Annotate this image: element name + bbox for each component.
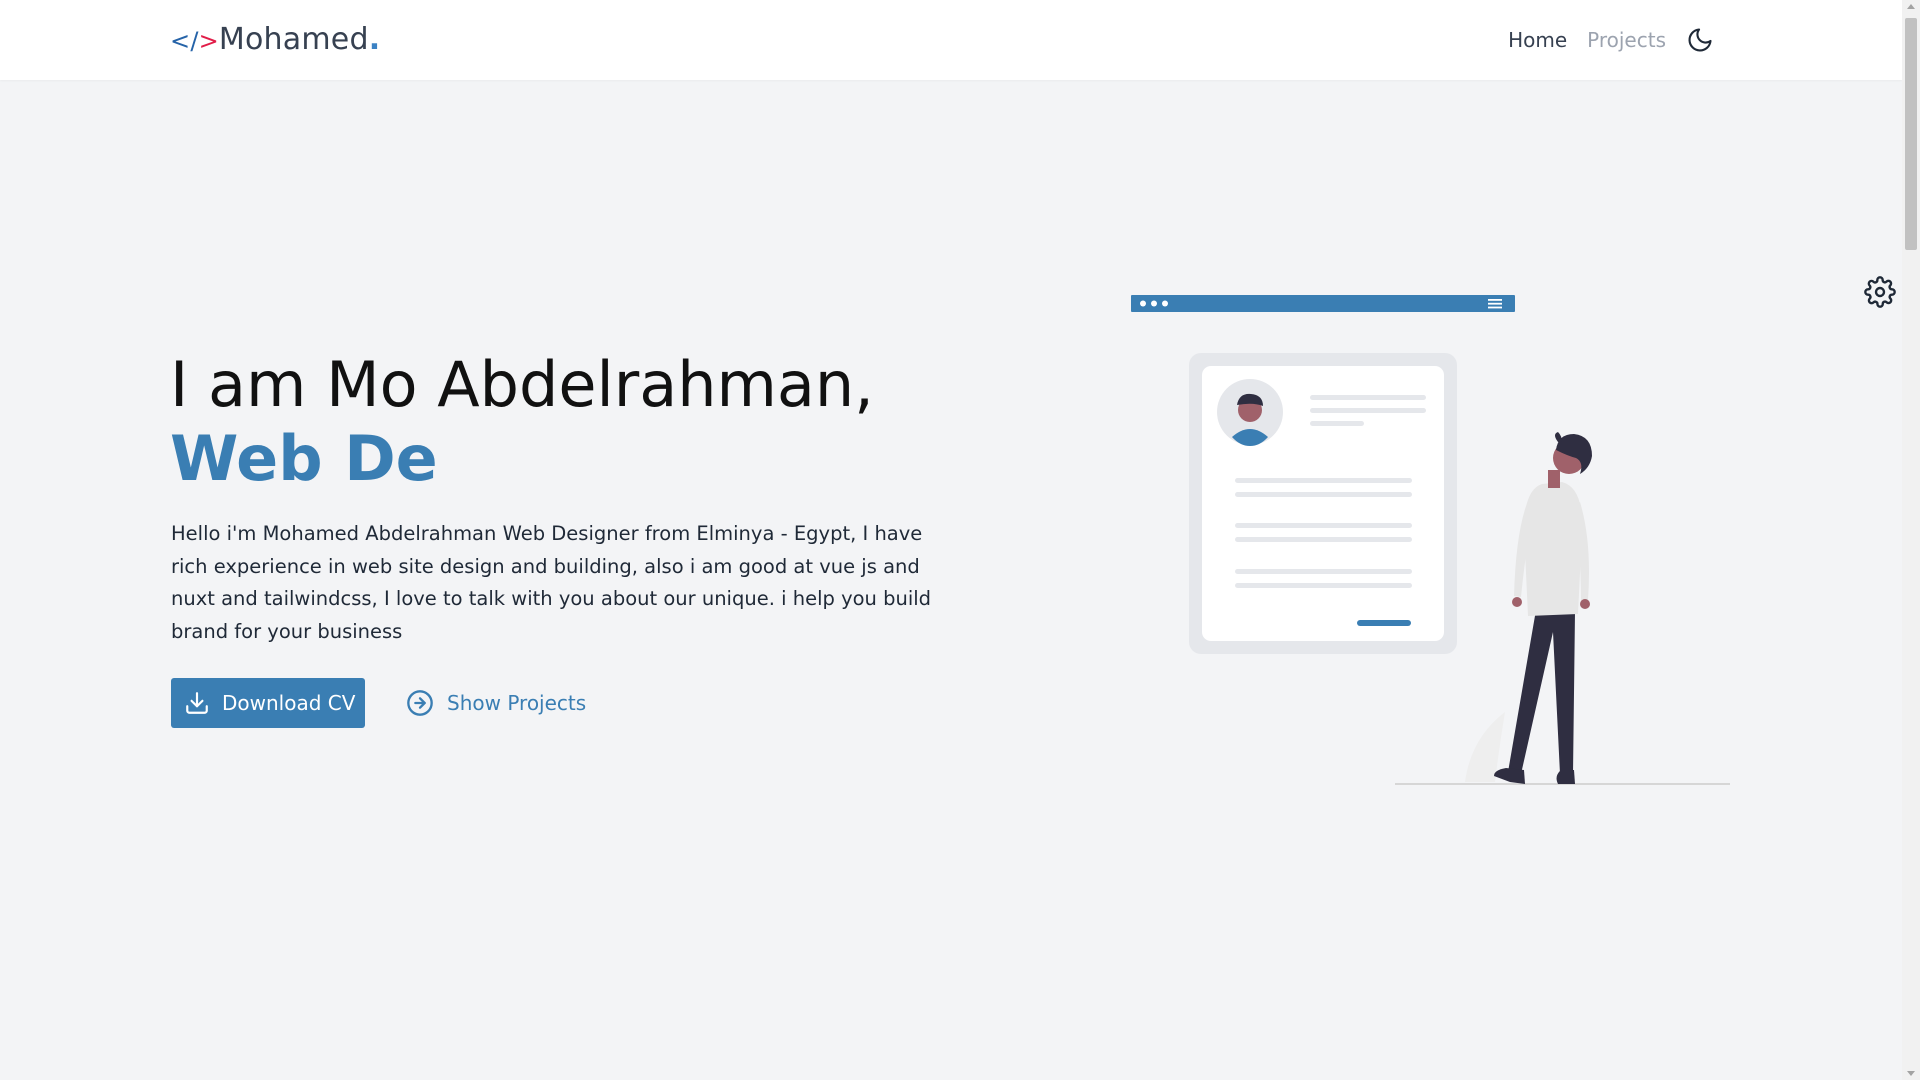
nav-links: Home Projects [1508,22,1714,58]
download-icon [186,692,208,714]
brand-lt: < [170,27,191,55]
profile-card [1189,353,1457,654]
page-scrollbar[interactable] [1902,0,1920,1080]
moon-icon[interactable] [1686,26,1714,54]
download-cv-label: Download CV [222,691,356,715]
show-projects-label: Show Projects [447,691,587,715]
nav-link-home[interactable]: Home [1508,28,1567,52]
scroll-down-arrow[interactable] [1907,1071,1915,1076]
hero-typed-role: Web De [170,422,438,495]
hero-description: Hello i'm Mohamed Abdelrahman Web Design… [171,522,932,643]
show-projects-button[interactable]: Show Projects [406,678,586,728]
brand-name: Mohamed [218,22,369,57]
brand-dot: . [368,22,381,57]
brand-logo[interactable]: </>Mohamed. [170,19,380,62]
brand-slash: / [190,27,199,55]
browser-bar [1131,295,1515,312]
scroll-up-arrow[interactable] [1907,4,1915,9]
hero-title: I am Mo Abdelrahman, [170,348,874,421]
gear-icon[interactable] [1864,276,1896,308]
scroll-thumb[interactable] [1905,18,1917,250]
nav-link-projects[interactable]: Projects [1587,28,1666,52]
download-cv-button[interactable]: Download CV [171,678,365,728]
person-figure [1494,432,1592,784]
arrow-circle-right-icon [407,690,433,716]
brand-gt: > [198,27,219,55]
hero-illustration [1131,295,1730,785]
navbar: </>Mohamed. Home Projects [0,0,1902,80]
